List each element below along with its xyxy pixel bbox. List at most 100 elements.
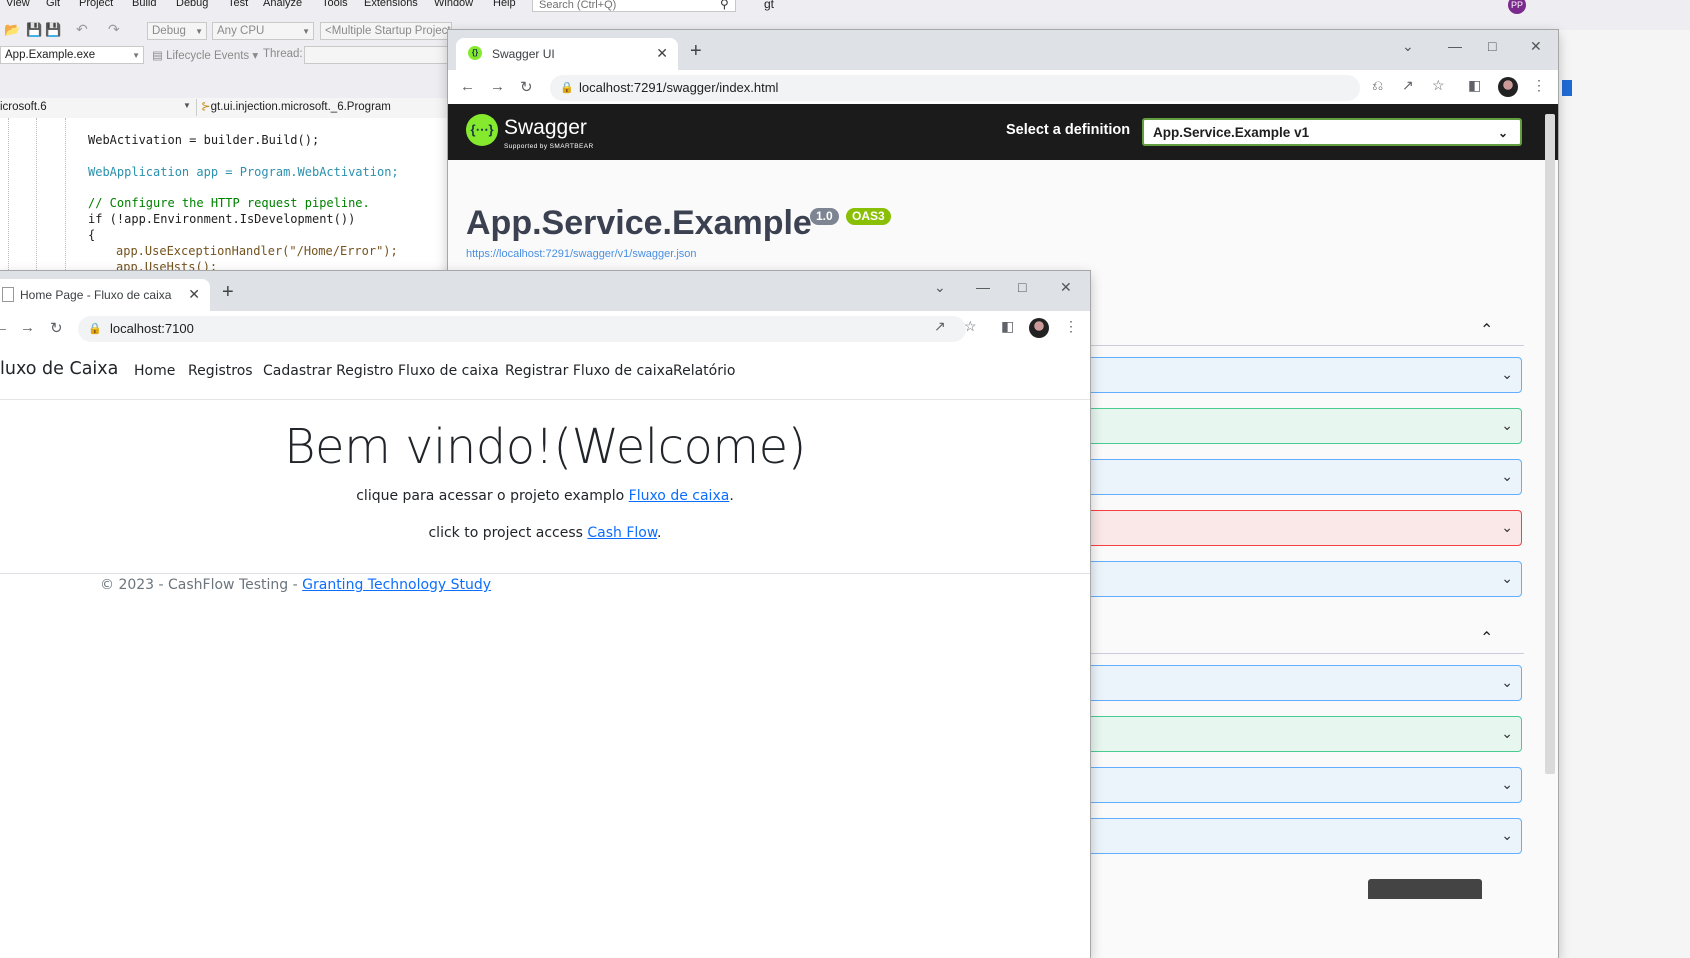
profile-avatar[interactable] bbox=[1498, 77, 1518, 97]
code-line-6: app.UseExceptionHandler("/Home/Error"); bbox=[116, 244, 398, 258]
operation-get[interactable]: ⌄ bbox=[1048, 357, 1522, 393]
forward-icon[interactable]: → bbox=[490, 78, 505, 95]
operation-get[interactable]: ⌄ bbox=[1048, 459, 1522, 495]
project-dropdown[interactable]: icrosoft.6 bbox=[0, 101, 47, 113]
definition-select[interactable]: App.Service.Example v1 ⌄ bbox=[1142, 118, 1522, 146]
more-menu-icon[interactable]: ⋮ bbox=[1064, 318, 1078, 335]
menu-extensions[interactable]: Extensions bbox=[364, 0, 418, 9]
code-line-1: WebActivation = builder.Build(); bbox=[88, 133, 319, 147]
menu-debug[interactable]: Debug bbox=[176, 0, 208, 9]
maximize-icon[interactable]: □ bbox=[1018, 279, 1026, 295]
chevron-down-icon: ▼ bbox=[132, 51, 140, 60]
menu-view[interactable]: View bbox=[6, 0, 30, 9]
thread-select[interactable] bbox=[304, 46, 450, 64]
side-panel-icon[interactable]: ◧ bbox=[1468, 77, 1481, 94]
bookmark-star-icon[interactable]: ☆ bbox=[1432, 77, 1445, 94]
operation-get[interactable]: ⌄ bbox=[1048, 767, 1522, 803]
operation-get[interactable]: ⌄ bbox=[1048, 665, 1522, 701]
type-dropdown-value: gt.ui.injection.microsoft._6.Program bbox=[210, 101, 391, 113]
vs-search-input[interactable]: Search (Ctrl+Q) bbox=[532, 0, 736, 12]
share-icon[interactable]: ↗ bbox=[934, 318, 946, 335]
minimize-icon[interactable]: — bbox=[976, 279, 990, 295]
new-tab-icon[interactable]: + bbox=[690, 40, 702, 63]
code-editor[interactable]: WebActivation = builder.Build(); WebAppl… bbox=[0, 118, 448, 278]
reload-icon[interactable]: ↻ bbox=[520, 78, 533, 96]
tab-search-chevron-icon[interactable]: ⌄ bbox=[1402, 38, 1414, 55]
platform-select[interactable]: Any CPU ▼ bbox=[212, 22, 314, 40]
menu-build[interactable]: Build bbox=[132, 0, 156, 9]
startup-value: <Multiple Startup Projects> bbox=[325, 25, 452, 37]
definition-label: Select a definition bbox=[1006, 122, 1131, 138]
menu-help[interactable]: Help bbox=[493, 0, 516, 9]
reload-icon[interactable]: ↻ bbox=[50, 319, 63, 337]
redo-icon[interactable]: ↷ bbox=[108, 21, 120, 38]
menu-project[interactable]: Project bbox=[79, 0, 113, 9]
cash-flow-link[interactable]: Cash Flow bbox=[587, 525, 657, 541]
menu-tools[interactable]: Tools bbox=[322, 0, 348, 9]
type-dropdown[interactable]: ⊱gt.ui.injection.microsoft._6.Program bbox=[196, 99, 451, 116]
chevron-down-icon[interactable]: ▼ bbox=[183, 101, 191, 110]
process-select[interactable]: App.Example.exe ▼ bbox=[0, 46, 144, 64]
nav-relatorio[interactable]: Relatório bbox=[673, 363, 735, 379]
operation-post[interactable]: ⌄ bbox=[1048, 408, 1522, 444]
translate-icon[interactable]: ⎌ bbox=[1372, 77, 1383, 94]
period: . bbox=[657, 525, 662, 541]
minimize-icon[interactable]: — bbox=[1448, 38, 1462, 54]
bookmark-star-icon[interactable]: ☆ bbox=[964, 318, 977, 335]
lifecycle-events-button[interactable]: ▤ Lifecycle Events ▾ bbox=[152, 48, 258, 62]
maximize-icon[interactable]: □ bbox=[1488, 38, 1496, 54]
tab-swagger-ui[interactable]: {} Swagger UI ✕ bbox=[456, 38, 678, 70]
fluxo-de-caixa-link[interactable]: Fluxo de caixa bbox=[629, 488, 730, 504]
address-toolbar: ← → ↻ 🔒 localhost:7291/swagger/index.htm… bbox=[448, 70, 1558, 105]
footer-link[interactable]: Granting Technology Study bbox=[302, 577, 491, 593]
profile-avatar[interactable] bbox=[1029, 318, 1049, 338]
swagger-logo-icon[interactable]: {⋯} bbox=[466, 114, 498, 146]
startup-project-select[interactable]: <Multiple Startup Projects> bbox=[320, 22, 452, 40]
nav-fluxo-de-caixa[interactable]: Fluxo de caixa bbox=[398, 363, 499, 379]
more-menu-icon[interactable]: ⋮ bbox=[1532, 77, 1546, 94]
code-text: { bbox=[88, 228, 96, 242]
operation-delete[interactable]: ⌄ bbox=[1048, 510, 1522, 546]
side-panel-icon[interactable]: ◧ bbox=[1001, 318, 1014, 335]
site-brand[interactable]: luxo de Caixa bbox=[0, 359, 118, 379]
floating-panel[interactable] bbox=[1368, 879, 1482, 899]
new-tab-icon[interactable]: + bbox=[222, 281, 234, 304]
back-icon[interactable]: ← bbox=[0, 319, 9, 336]
close-tab-icon[interactable]: ✕ bbox=[188, 286, 200, 303]
save-all-icon[interactable]: 💾 bbox=[45, 22, 61, 38]
share-icon[interactable]: ↗ bbox=[1402, 77, 1414, 94]
nav-cadastrar-registro[interactable]: Cadastrar Registro bbox=[263, 363, 393, 379]
close-window-icon[interactable]: ✕ bbox=[1530, 38, 1542, 55]
footer: © 2023 - CashFlow Testing - Granting Tec… bbox=[100, 577, 491, 593]
configuration-select[interactable]: Debug ▼ bbox=[147, 22, 207, 40]
spec-url-link[interactable]: https://localhost:7291/swagger/v1/swagge… bbox=[466, 248, 697, 260]
tab-search-chevron-icon[interactable]: ⌄ bbox=[934, 279, 946, 296]
nav-registrar-fluxo[interactable]: Registrar Fluxo de caixa bbox=[505, 363, 673, 379]
open-folder-icon[interactable]: 📂 bbox=[4, 22, 20, 38]
forward-icon[interactable]: → bbox=[20, 319, 35, 336]
address-bar[interactable]: 🔒 localhost:7291/swagger/index.html bbox=[550, 75, 1360, 101]
collapse-section-icon[interactable]: ⌃ bbox=[1480, 628, 1493, 648]
menu-test[interactable]: Test bbox=[228, 0, 248, 9]
operation-post[interactable]: ⌄ bbox=[1048, 716, 1522, 752]
menu-analyze[interactable]: Analyze bbox=[263, 0, 302, 9]
address-bar[interactable]: 🔒 localhost:7100 bbox=[78, 316, 966, 342]
menu-window[interactable]: Window bbox=[434, 0, 473, 9]
close-window-icon[interactable]: ✕ bbox=[1060, 279, 1072, 296]
collapse-section-icon[interactable]: ⌃ bbox=[1480, 320, 1493, 340]
chevron-down-icon: ⌄ bbox=[1501, 776, 1513, 792]
scrollbar[interactable] bbox=[1545, 114, 1555, 774]
save-icon[interactable]: 💾 bbox=[26, 22, 42, 38]
nav-registros[interactable]: Registros bbox=[188, 363, 253, 379]
nav-home[interactable]: Home bbox=[134, 363, 175, 379]
platform-value: Any CPU bbox=[217, 25, 265, 37]
swagger-brand-sub: Supported by SMARTBEAR bbox=[504, 143, 594, 150]
close-tab-icon[interactable]: ✕ bbox=[656, 45, 668, 62]
operation-get[interactable]: ⌄ bbox=[1048, 561, 1522, 597]
footer-divider bbox=[0, 573, 1090, 574]
menu-git[interactable]: Git bbox=[46, 0, 60, 9]
operation-get[interactable]: ⌄ bbox=[1048, 818, 1522, 854]
tab-home-page[interactable]: Home Page - Fluxo de caixa ✕ bbox=[0, 279, 210, 311]
undo-icon[interactable]: ↶ bbox=[76, 21, 88, 38]
back-icon[interactable]: ← bbox=[460, 78, 475, 95]
